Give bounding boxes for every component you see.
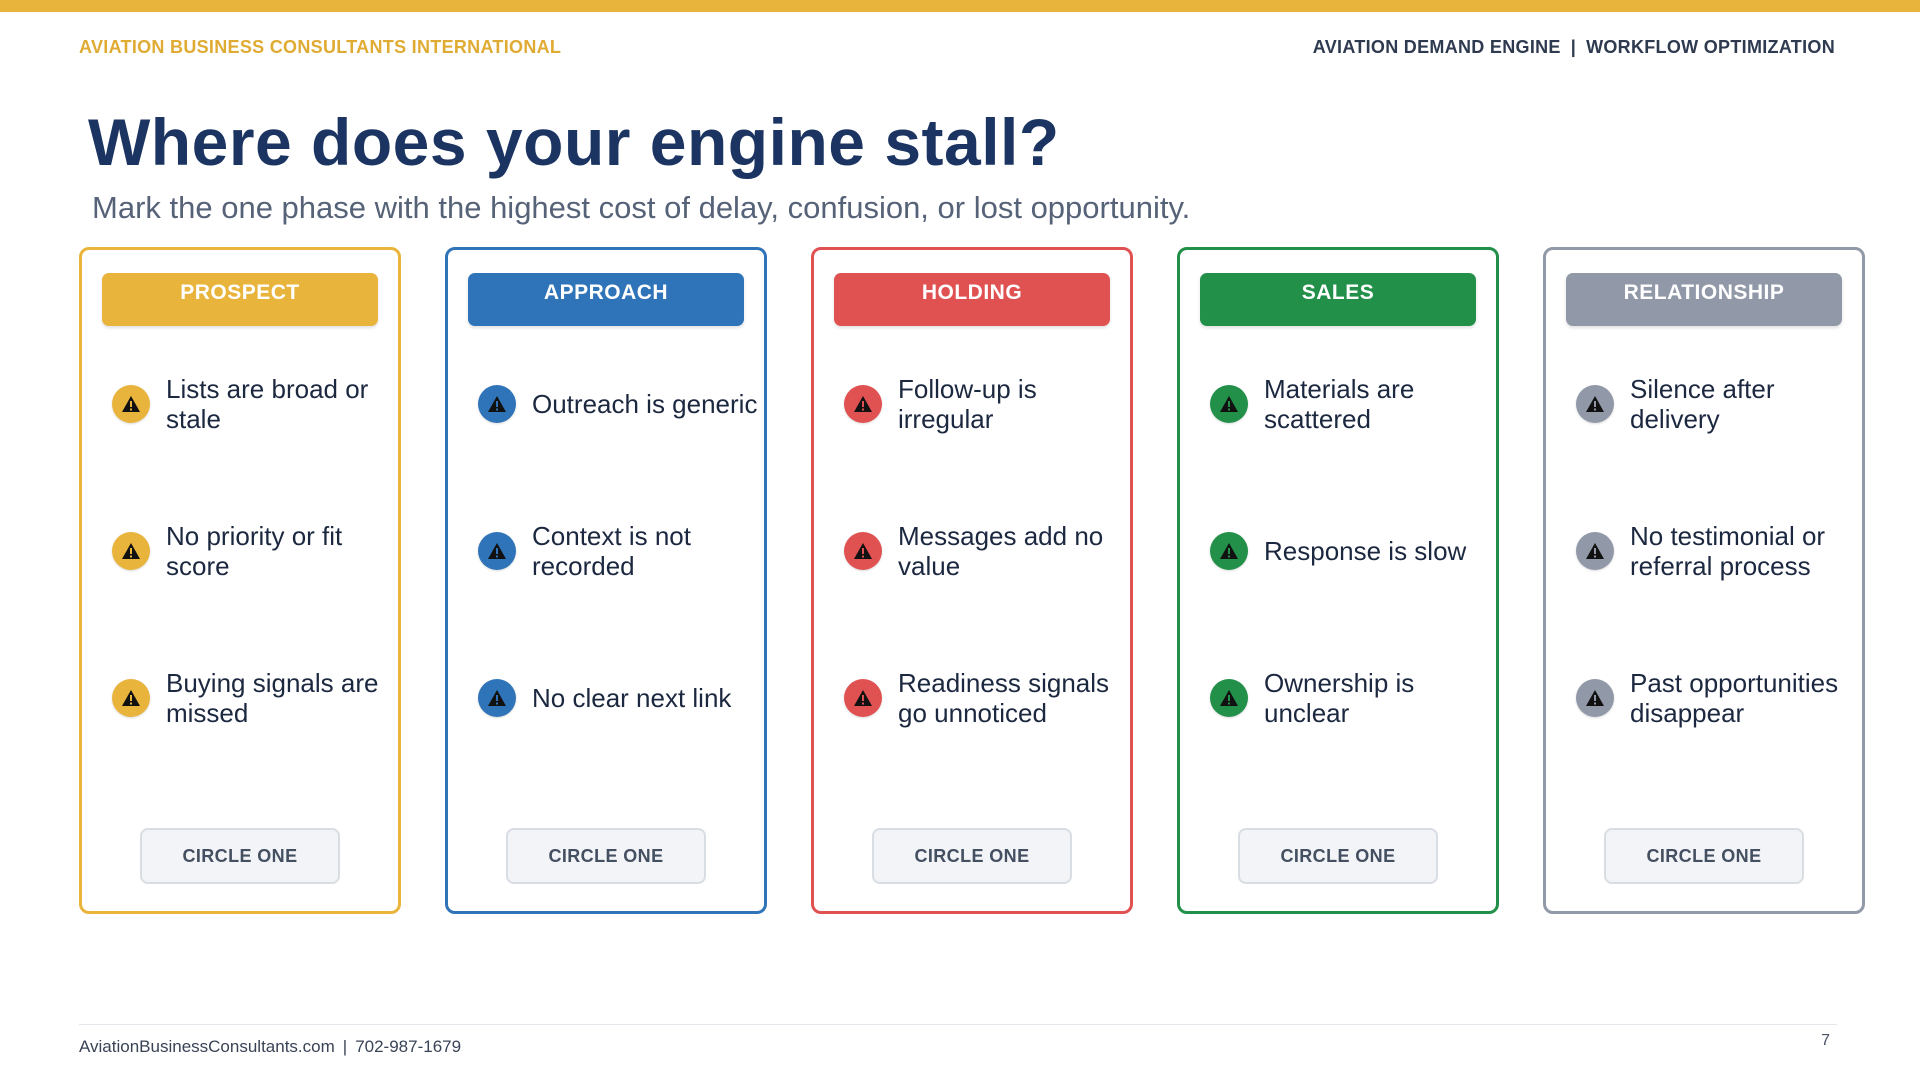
warning-triangle-glyph [1586,396,1604,412]
list-item: Lists are broad or stale [112,356,402,452]
warning-triangle-glyph [854,396,872,412]
item-text: Outreach is generic [532,389,758,419]
item-text: No testimonial or referral process [1630,521,1826,581]
circle-one-button[interactable]: CIRCLE ONE [506,828,706,884]
page-subtitle: Mark the one phase with the highest cost… [92,190,1191,225]
list-item: Buying signals are missed [112,650,402,746]
list-item: Past opportunities disappear [1576,650,1866,746]
warning-icon [112,532,150,570]
list-item: No clear next link [478,650,768,746]
top-accent-bar [0,0,1920,12]
warning-icon [112,385,150,423]
page-number: 7 [1821,1032,1830,1049]
product-name: AVIATION DEMAND ENGINE [1312,37,1561,57]
phase-card-sales: SALES Materials are scattered Response i… [1177,247,1499,914]
warning-triangle-glyph [488,396,506,412]
warning-icon [478,385,516,423]
item-text: Messages add no value [898,521,1104,581]
warning-icon [1210,532,1248,570]
phase-header: HOLDING [834,273,1110,326]
item-text: Buying signals are missed [166,668,379,728]
warning-triangle-glyph [1220,396,1238,412]
warning-triangle-glyph [122,396,140,412]
warning-triangle-glyph [1220,543,1238,559]
phase-header: PROSPECT [102,273,378,326]
warning-triangle-glyph [122,543,140,559]
footer-contact: AviationBusinessConsultants.com | 702-987-… [79,1037,461,1057]
item-text: Materials are scattered [1264,374,1415,434]
warning-triangle-glyph [488,543,506,559]
list-item: Context is not recorded [478,503,768,599]
circle-one-button[interactable]: CIRCLE ONE [140,828,340,884]
item-text: Past opportunities disappear [1630,668,1839,728]
item-text: No clear next link [532,683,732,713]
phase-header: SALES [1200,273,1476,326]
warning-icon [478,679,516,717]
circle-one-button[interactable]: CIRCLE ONE [1238,828,1438,884]
warning-icon [1576,532,1614,570]
header-separator: | [1570,37,1577,57]
circle-one-button[interactable]: CIRCLE ONE [1604,828,1804,884]
warning-triangle-glyph [488,690,506,706]
phase-card-relationship: RELATIONSHIP Silence after delivery No t… [1543,247,1865,914]
list-item: No priority or fit score [112,503,402,599]
footer-website[interactable]: AviationBusinessConsultants.com [79,1037,335,1056]
phase-card-prospect: PROSPECT Lists are broad or stale No pri… [79,247,401,914]
warning-icon [112,679,150,717]
item-text: Readiness signals go unnoticed [898,668,1110,728]
warning-triangle-glyph [854,690,872,706]
slide: AVIATION BUSINESS CONSULTANTS INTERNATIO… [0,0,1920,1080]
warning-triangle-glyph [122,690,140,706]
phase-header: APPROACH [468,273,744,326]
warning-icon [1210,385,1248,423]
item-text: No priority or fit score [166,521,343,581]
item-text: Response is slow [1264,536,1467,566]
list-item: Ownership is unclear [1210,650,1500,746]
item-text: Follow-up is irregular [898,374,1037,434]
phase-card-approach: APPROACH Outreach is generic Context is … [445,247,767,914]
brand-name: AVIATION BUSINESS CONSULTANTS INTERNATIO… [79,37,562,57]
item-text: Ownership is unclear [1264,668,1415,728]
footer-phone: 702-987-1679 [355,1037,462,1056]
warning-icon [844,679,882,717]
list-item: No testimonial or referral process [1576,503,1866,599]
header-right: AVIATION DEMAND ENGINE | WORKFLOW OPTIMIZA… [1313,37,1835,58]
warning-icon [844,385,882,423]
warning-icon [1576,385,1614,423]
warning-icon [844,532,882,570]
warning-triangle-glyph [1220,690,1238,706]
footer-separator: | [342,1037,348,1056]
list-item: Response is slow [1210,503,1500,599]
list-item: Outreach is generic [478,356,768,452]
item-text: Lists are broad or stale [166,374,369,434]
warning-triangle-glyph [1586,543,1604,559]
warning-icon [1210,679,1248,717]
phase-header: RELATIONSHIP [1566,273,1842,326]
warning-triangle-glyph [854,543,872,559]
warning-triangle-glyph [1586,690,1604,706]
warning-icon [1576,679,1614,717]
footer-divider [79,1024,1837,1025]
list-item: Silence after delivery [1576,356,1866,452]
page-title: Where does your engine stall? [88,105,1060,179]
list-item: Messages add no value [844,503,1134,599]
list-item: Follow-up is irregular [844,356,1134,452]
circle-one-button[interactable]: CIRCLE ONE [872,828,1072,884]
item-text: Context is not recorded [532,521,691,581]
item-text: Silence after delivery [1630,374,1775,434]
warning-icon [478,532,516,570]
phase-card-holding: HOLDING Follow-up is irregular Messages … [811,247,1133,914]
section-name: WORKFLOW OPTIMIZATION [1586,37,1835,57]
list-item: Readiness signals go unnoticed [844,650,1134,746]
list-item: Materials are scattered [1210,356,1500,452]
